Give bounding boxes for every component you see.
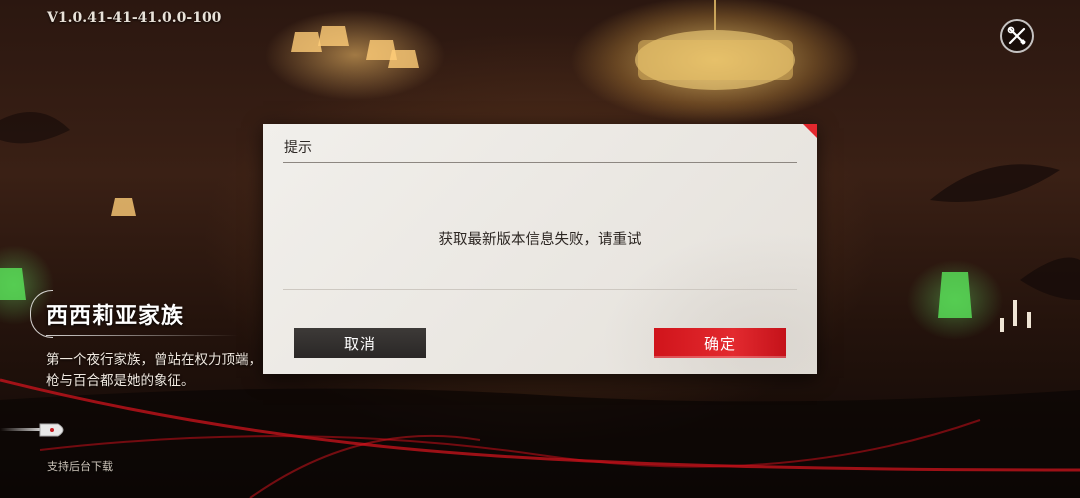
bullet-icon (0, 423, 64, 437)
tools-button[interactable] (1000, 19, 1034, 53)
family-desc-line-1: 第一个夜行家族，曾站在权力顶端， (46, 352, 262, 368)
chandelier-decor (635, 0, 795, 90)
cancel-button[interactable]: 取消 (294, 328, 426, 358)
family-title: 西西莉亚家族 (46, 303, 185, 329)
dialog-title-divider (283, 162, 797, 163)
confirm-button-label: 确定 (703, 334, 736, 353)
family-info-panel: 西西莉亚家族 第一个夜行家族，曾站在权力顶端， 枪与百合都是她的象征。 (28, 290, 278, 392)
confirm-button[interactable]: 确定 (654, 328, 786, 358)
alert-dialog: 提示 获取最新版本信息失败，请重试 取消 确定 (263, 124, 817, 374)
background-download-label: 支持后台下载 (47, 460, 113, 473)
corner-accent-icon (803, 124, 817, 138)
family-description: 第一个夜行家族，曾站在权力顶端， 枪与百合都是她的象征。 (28, 350, 278, 392)
dialog-message: 获取最新版本信息失败，请重试 (438, 232, 642, 248)
cancel-button-label: 取消 (343, 334, 376, 353)
wrench-screwdriver-icon (1007, 26, 1026, 45)
dialog-divider (283, 289, 797, 290)
family-desc-line-2: 枪与百合都是她的象征。 (46, 373, 195, 389)
dialog-title: 提示 (284, 140, 312, 156)
version-label: V1.0.41-41-41.0.0-100 (47, 10, 222, 26)
family-title-frame: 西西莉亚家族 (28, 290, 278, 338)
